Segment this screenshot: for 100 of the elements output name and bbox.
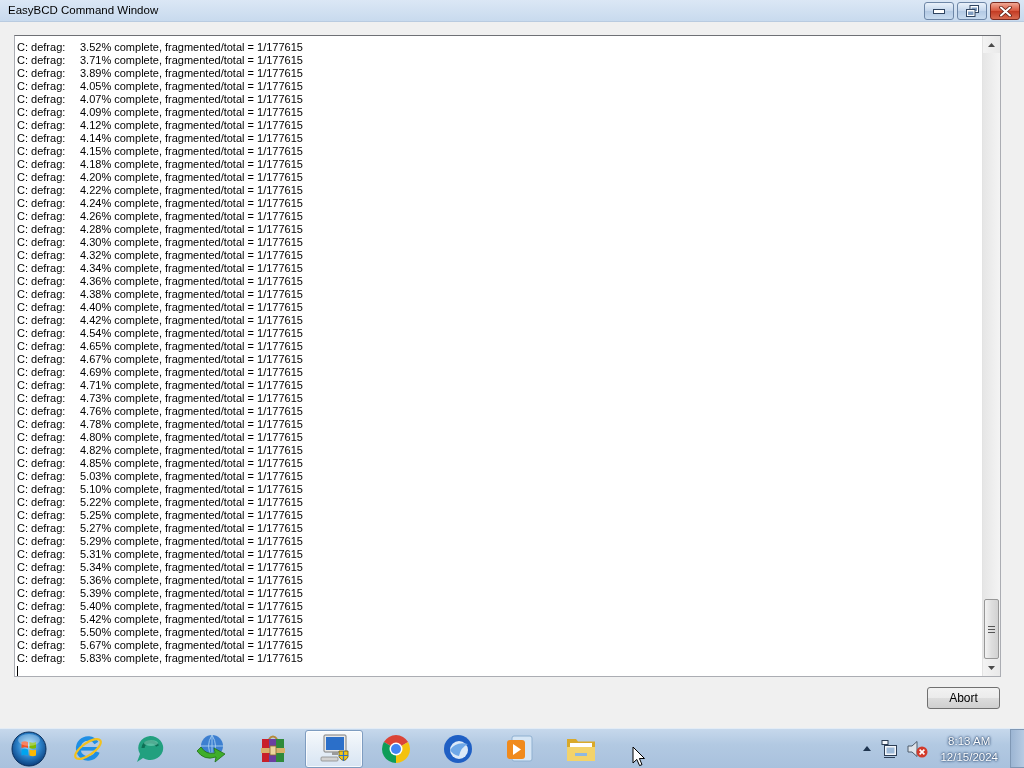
log-message: 5.31% complete, fragmented/total = 1/177615 xyxy=(80,548,303,561)
log-source: C: defrag: xyxy=(17,613,67,626)
log-message: 4.54% complete, fragmented/total = 1/177615 xyxy=(80,327,303,340)
log-source: C: defrag: xyxy=(17,483,67,496)
log-source: C: defrag: xyxy=(17,210,67,223)
computer-icon xyxy=(318,732,351,765)
log-source: C: defrag: xyxy=(17,80,67,93)
log-message: 4.20% complete, fragmented/total = 1/177615 xyxy=(80,171,303,184)
globe-arrow-icon xyxy=(195,732,228,765)
log-source: C: defrag: xyxy=(17,470,67,483)
log-source: C: defrag: xyxy=(17,340,67,353)
log-source: C: defrag: xyxy=(17,301,67,314)
log-message: 5.50% complete, fragmented/total = 1/177615 xyxy=(80,626,303,639)
log-source: C: defrag: xyxy=(17,431,67,444)
log-message: 5.34% complete, fragmented/total = 1/177615 xyxy=(80,561,303,574)
log-source: C: defrag: xyxy=(17,93,67,106)
mouse-pointer-icon xyxy=(632,746,646,767)
round-emblem-icon xyxy=(441,732,474,765)
log-source: C: defrag: xyxy=(17,366,67,379)
log-message: 4.36% complete, fragmented/total = 1/177615 xyxy=(80,275,303,288)
log-message: 4.26% complete, fragmented/total = 1/177615 xyxy=(80,210,303,223)
log-message: 4.24% complete, fragmented/total = 1/177615 xyxy=(80,197,303,210)
up-arrow-icon xyxy=(863,746,872,751)
close-button[interactable] xyxy=(990,2,1020,20)
log-source: C: defrag: xyxy=(17,184,67,197)
log-source: C: defrag: xyxy=(17,574,67,587)
log-message: 5.67% complete, fragmented/total = 1/177615 xyxy=(80,639,303,652)
log-message: 4.15% complete, fragmented/total = 1/177615 xyxy=(80,145,303,158)
log-message: 5.25% complete, fragmented/total = 1/177615 xyxy=(80,509,303,522)
abort-button[interactable]: Abort xyxy=(927,687,1000,709)
log-message: 4.07% complete, fragmented/total = 1/177615 xyxy=(80,93,303,106)
log-source: C: defrag: xyxy=(17,600,67,613)
log-message: 5.22% complete, fragmented/total = 1/177615 xyxy=(80,496,303,509)
log-source: C: defrag: xyxy=(17,405,67,418)
log-message: 4.38% complete, fragmented/total = 1/177615 xyxy=(80,288,303,301)
window-title: EasyBCD Command Window xyxy=(7,3,159,16)
log-source: C: defrag: xyxy=(17,132,67,145)
log-message: 5.03% complete, fragmented/total = 1/177615 xyxy=(80,470,303,483)
log-source: C: defrag: xyxy=(17,249,67,262)
log-message: 4.30% complete, fragmented/total = 1/177615 xyxy=(80,236,303,249)
log-message: 4.42% complete, fragmented/total = 1/177615 xyxy=(80,314,303,327)
log-message: 5.27% complete, fragmented/total = 1/177615 xyxy=(80,522,303,535)
log-source: C: defrag: xyxy=(17,158,67,171)
log-message: 4.85% complete, fragmented/total = 1/177615 xyxy=(80,457,303,470)
log-message: 4.34% complete, fragmented/total = 1/177615 xyxy=(80,262,303,275)
log-source: C: defrag: xyxy=(17,145,67,158)
log-source: C: defrag: xyxy=(17,171,67,184)
log-source: C: defrag: xyxy=(17,197,67,210)
text-cursor-icon xyxy=(17,666,18,676)
log-message: 5.42% complete, fragmented/total = 1/177615 xyxy=(80,613,303,626)
minimize-icon xyxy=(933,8,945,14)
log-source: C: defrag: xyxy=(17,288,67,301)
log-source: C: defrag: xyxy=(17,379,67,392)
log-source: C: defrag: xyxy=(17,548,67,561)
log-source: C: defrag: xyxy=(17,353,67,366)
log-message: 5.36% complete, fragmented/total = 1/177615 xyxy=(80,574,303,587)
log-message: 5.29% complete, fragmented/total = 1/177615 xyxy=(80,535,303,548)
log-source: C: defrag: xyxy=(17,418,67,431)
log-message: 4.69% complete, fragmented/total = 1/177615 xyxy=(80,366,303,379)
taskbar-app-button[interactable] xyxy=(305,729,364,768)
log-source: C: defrag: xyxy=(17,236,67,249)
log-source: C: defrag: xyxy=(17,535,67,548)
log-message: 3.71% complete, fragmented/total = 1/177615 xyxy=(80,54,303,67)
start-orb-icon xyxy=(11,730,47,767)
close-icon xyxy=(998,5,1012,17)
log-source: C: defrag: xyxy=(17,496,67,509)
restore-button[interactable] xyxy=(957,2,987,20)
log-message: 4.65% complete, fragmented/total = 1/177615 xyxy=(80,340,303,353)
network-icon xyxy=(881,739,898,758)
log-message: 5.39% complete, fragmented/total = 1/177615 xyxy=(80,587,303,600)
log-message: 4.18% complete, fragmented/total = 1/177615 xyxy=(80,158,303,171)
log-source: C: defrag: xyxy=(17,639,67,652)
log-message: 3.52% complete, fragmented/total = 1/177615 xyxy=(80,41,303,54)
log-source: C: defrag: xyxy=(17,106,67,119)
grip-icon xyxy=(988,625,995,633)
log-message: 4.05% complete, fragmented/total = 1/177615 xyxy=(80,80,303,93)
segmented-circle-icon xyxy=(379,732,412,765)
log-source: C: defrag: xyxy=(17,509,67,522)
log-source: C: defrag: xyxy=(17,652,67,665)
log-source: C: defrag: xyxy=(17,314,67,327)
scroll-thumb[interactable] xyxy=(984,599,999,659)
up-arrow-icon xyxy=(988,42,995,47)
log-message: 4.09% complete, fragmented/total = 1/177615 xyxy=(80,106,303,119)
log-message: 5.10% complete, fragmented/total = 1/177615 xyxy=(80,483,303,496)
log-message: 4.76% complete, fragmented/total = 1/177615 xyxy=(80,405,303,418)
log-message: 4.67% complete, fragmented/total = 1/177615 xyxy=(80,353,303,366)
log-message: 4.80% complete, fragmented/total = 1/177615 xyxy=(80,431,303,444)
log-source: C: defrag: xyxy=(17,626,67,639)
log-source: C: defrag: xyxy=(17,444,67,457)
log-message: 4.82% complete, fragmented/total = 1/177615 xyxy=(80,444,303,457)
log-message: 4.22% complete, fragmented/total = 1/177615 xyxy=(80,184,303,197)
restore-icon xyxy=(965,5,979,17)
minimize-button[interactable] xyxy=(924,2,954,20)
log-message: 4.14% complete, fragmented/total = 1/177615 xyxy=(80,132,303,145)
log-source: C: defrag: xyxy=(17,67,67,80)
log-message: 4.73% complete, fragmented/total = 1/177615 xyxy=(80,392,303,405)
down-arrow-icon xyxy=(988,665,995,670)
log-source: C: defrag: xyxy=(17,223,67,236)
log-source: C: defrag: xyxy=(17,392,67,405)
log-message: 4.12% complete, fragmented/total = 1/177615 xyxy=(80,119,303,132)
